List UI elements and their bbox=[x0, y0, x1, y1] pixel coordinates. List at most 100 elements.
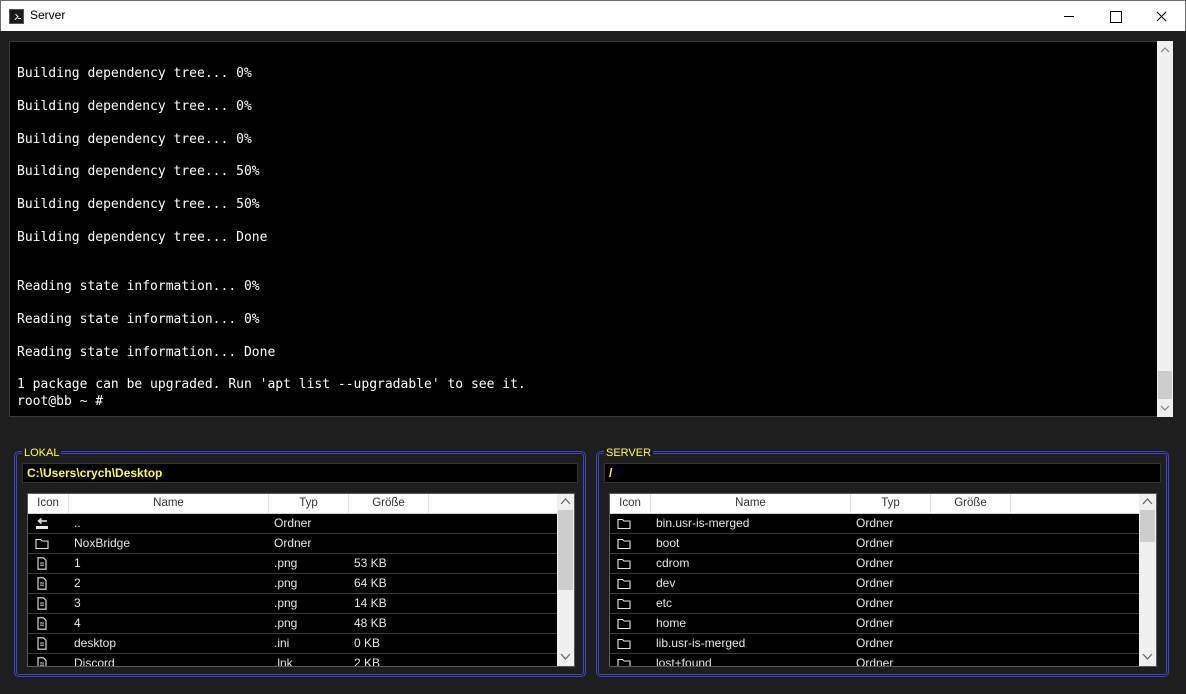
column-header-name[interactable]: Name bbox=[651, 494, 851, 513]
file-icon bbox=[35, 577, 49, 590]
column-header-type[interactable]: Typ bbox=[269, 494, 349, 513]
minimize-button[interactable] bbox=[1046, 1, 1092, 31]
file-row[interactable]: bin.usr-is-merged Ordner bbox=[610, 514, 1139, 534]
scroll-down-icon[interactable] bbox=[560, 653, 571, 660]
terminal-lines: Building dependency tree... 0% Building d… bbox=[17, 66, 1147, 410]
folder-icon bbox=[617, 657, 631, 666]
scroll-up-icon[interactable] bbox=[560, 498, 571, 505]
file-row[interactable]: cdrom Ordner bbox=[610, 554, 1139, 574]
terminal-scrollbar[interactable] bbox=[1157, 41, 1173, 417]
file-name: dev bbox=[656, 576, 676, 590]
terminal-app-icon bbox=[9, 9, 24, 24]
file-type: Ordner bbox=[856, 576, 894, 590]
file-row[interactable]: lib.usr-is-merged Ordner bbox=[610, 634, 1139, 654]
scroll-down-icon[interactable] bbox=[1142, 653, 1153, 660]
terminal-line: Building dependency tree... 50% bbox=[17, 164, 260, 180]
file-row[interactable]: NoxBridge Ordner bbox=[28, 534, 557, 554]
local-scroll-thumb[interactable] bbox=[558, 510, 573, 590]
file-name: lib.usr-is-merged bbox=[656, 636, 746, 650]
terminal-line: root@bb ~ # bbox=[17, 393, 111, 409]
file-icon bbox=[35, 637, 49, 650]
file-row[interactable]: 2 .png 64 KB bbox=[28, 574, 557, 594]
server-file-list[interactable]: Icon Name Typ Größe bin.usr-is-merged Ord… bbox=[609, 493, 1157, 667]
column-header-icon[interactable]: Icon bbox=[610, 494, 651, 513]
file-name: etc bbox=[656, 596, 673, 610]
file-type: Ordner bbox=[856, 516, 894, 530]
file-row[interactable]: home Ordner bbox=[610, 614, 1139, 634]
file-icon bbox=[35, 617, 49, 630]
file-name: cdrom bbox=[656, 556, 690, 570]
terminal-line: Building dependency tree... 0% bbox=[17, 66, 252, 81]
file-row[interactable]: etc Ordner bbox=[610, 594, 1139, 614]
scroll-up-icon[interactable] bbox=[1142, 498, 1153, 505]
file-row[interactable]: lost+found Ordner bbox=[610, 654, 1139, 667]
local-list-scrollbar[interactable] bbox=[557, 494, 574, 666]
folder-icon bbox=[617, 577, 631, 590]
list-header: Icon Name Typ Größe bbox=[28, 494, 557, 514]
terminal-line: Reading state information... 0% bbox=[17, 311, 260, 327]
close-button[interactable] bbox=[1138, 1, 1184, 31]
file-name: 3 bbox=[74, 596, 81, 610]
file-size: 14 KB bbox=[354, 596, 387, 610]
scroll-up-icon[interactable] bbox=[1160, 47, 1170, 53]
file-type: .png bbox=[274, 576, 298, 590]
file-row[interactable]: boot Ordner bbox=[610, 534, 1139, 554]
terminal-line: Building dependency tree... 50% bbox=[17, 197, 260, 213]
file-type: Ordner bbox=[856, 616, 894, 630]
file-size: 48 KB bbox=[354, 616, 387, 630]
local-rows: .. Ordner NoxBridge Ordner 1 .png 53 KB 2 .png 64… bbox=[28, 514, 557, 667]
file-name: desktop bbox=[74, 636, 117, 650]
terminal-output[interactable]: Building dependency tree... 0% Building d… bbox=[9, 41, 1158, 417]
file-row[interactable]: 3 .png 14 KB bbox=[28, 594, 557, 614]
terminal-scroll-thumb[interactable] bbox=[1158, 371, 1172, 399]
file-name: 1 bbox=[74, 556, 81, 570]
column-header-size[interactable]: Größe bbox=[931, 494, 1011, 513]
file-name: 2 bbox=[74, 576, 81, 590]
folder-icon bbox=[617, 617, 631, 630]
file-row[interactable]: dev Ordner bbox=[610, 574, 1139, 594]
file-type: .png bbox=[274, 616, 298, 630]
maximize-button[interactable] bbox=[1092, 1, 1138, 31]
file-row[interactable]: 4 .png 48 KB bbox=[28, 614, 557, 634]
file-name: NoxBridge bbox=[74, 536, 131, 550]
local-path-field[interactable]: C:\Users\crych\Desktop bbox=[22, 463, 578, 483]
file-name: bin.usr-is-merged bbox=[656, 516, 750, 530]
column-header-name[interactable]: Name bbox=[69, 494, 269, 513]
folder-icon bbox=[617, 557, 631, 570]
file-icon bbox=[35, 557, 49, 570]
file-row[interactable]: 1 .png 53 KB bbox=[28, 554, 557, 574]
file-type: Ordner bbox=[856, 656, 894, 667]
file-name: .. bbox=[74, 516, 81, 530]
folder-icon bbox=[617, 637, 631, 650]
local-panel: LOKAL C:\Users\crych\Desktop Icon Name T… bbox=[14, 446, 586, 677]
column-header-icon[interactable]: Icon bbox=[28, 494, 69, 513]
file-name: boot bbox=[656, 536, 680, 550]
file-name: home bbox=[656, 616, 687, 630]
server-list-scrollbar[interactable] bbox=[1139, 494, 1156, 666]
folder-icon bbox=[617, 537, 631, 550]
file-name: 4 bbox=[74, 616, 81, 630]
column-header-type[interactable]: Typ bbox=[851, 494, 931, 513]
server-rows: bin.usr-is-merged Ordner boot Ordner cdrom Or… bbox=[610, 514, 1139, 667]
file-row[interactable]: .. Ordner bbox=[28, 514, 557, 534]
server-path-field[interactable]: / bbox=[604, 463, 1161, 483]
file-type: Ordner bbox=[274, 516, 312, 530]
file-icon bbox=[35, 657, 49, 666]
file-type: .png bbox=[274, 596, 298, 610]
file-name: Discord bbox=[74, 656, 115, 667]
terminal-line: Reading state information... Done bbox=[17, 344, 276, 360]
server-scroll-thumb[interactable] bbox=[1140, 510, 1155, 542]
file-row[interactable]: Discord .lnk 2 KB bbox=[28, 654, 557, 667]
scroll-down-icon[interactable] bbox=[1160, 405, 1170, 411]
file-type: .lnk bbox=[274, 656, 293, 667]
local-file-list[interactable]: Icon Name Typ Größe .. Ordner NoxBridge Ord… bbox=[27, 493, 575, 667]
column-header-size[interactable]: Größe bbox=[349, 494, 429, 513]
file-row[interactable]: desktop .ini 0 KB bbox=[28, 634, 557, 654]
